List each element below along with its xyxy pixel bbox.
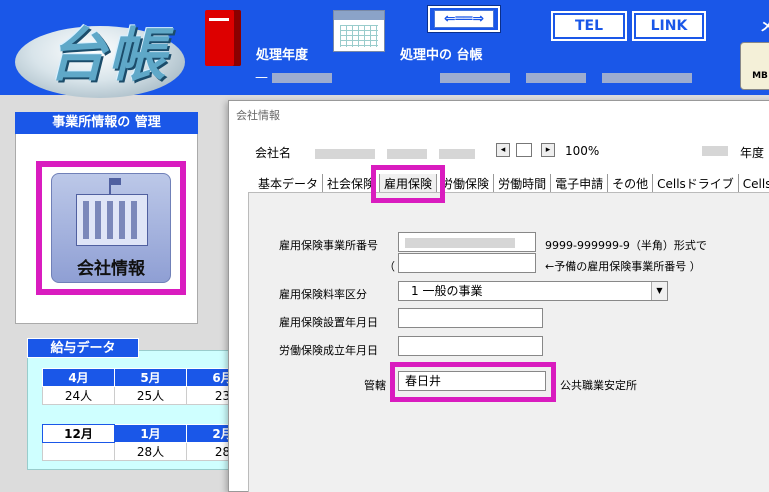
salary-count: 28人 [114,442,187,461]
salary-count: 25人 [114,386,187,405]
tel-button[interactable]: TEL [551,11,627,41]
tab-cells[interactable]: Cells [739,174,769,194]
office-info-title: 事業所情報の 管理 [15,112,198,134]
year-value: — [255,70,333,85]
salary-table-1: 4月 5月 6月 24人 25人 23 [42,368,259,405]
established-date-label: 雇用保険設置年月日 [279,316,378,329]
rate-category-value: 1 一般の事業 [411,284,483,298]
salary-month[interactable]: 5月 [114,368,187,387]
scroll-left-button[interactable]: ◂ [496,143,510,157]
fiscal-year-label: 年度 [740,146,765,160]
salary-count: 24人 [42,386,115,405]
spare-number-note: ←予備の雇用保険事業所番号 ） [545,260,701,273]
tab-cells-drive[interactable]: Cellsドライブ [653,174,739,194]
mb-label: MB [752,71,768,81]
tab-bar: 基本データ 社会保険 雇用保険 労働保険 労働時間 電子申請 その他 Cells… [254,174,769,194]
tab-e-application[interactable]: 電子申請 [551,174,609,194]
zoom-scroll-thumb[interactable] [516,143,532,157]
company-info-label: 会社情報 [77,259,145,279]
company-info-button[interactable]: 会社情報 [36,161,186,295]
salary-count [42,442,115,461]
jurisdiction-label: 管轄 [364,379,386,392]
ledger-value [440,70,693,85]
salary-month[interactable]: 12月 [42,424,115,443]
paren-open: （ [384,260,395,273]
scroll-right-button[interactable]: ▸ [541,143,555,157]
calendar-icon[interactable] [333,10,385,52]
active-tab-highlight [371,165,445,203]
double-arrow-icon: ⇐══⇒ [434,10,494,28]
tab-working-hours[interactable]: 労働時間 [494,174,552,194]
tab-other[interactable]: その他 [608,174,654,194]
salary-month[interactable]: 4月 [42,368,115,387]
year-value-blurred [702,146,728,156]
tab-basic-data[interactable]: 基本データ [254,174,324,194]
format-note: 9999-999999-9（半角）形式で [545,239,707,252]
labor-insurance-date-input[interactable] [398,336,543,356]
building-icon [76,194,148,246]
mb-icon[interactable]: MB [740,42,769,90]
tab-labor-insurance[interactable]: 労働保険 [437,174,495,194]
red-book-icon[interactable] [205,10,241,66]
app-logo: 台帳 [48,21,169,89]
ledger-label: 処理中の 台帳 [400,48,483,63]
flag-icon [109,178,121,194]
office-number-input[interactable] [398,232,536,252]
salary-title: 給与データ [27,338,139,358]
jurisdiction-highlight [390,362,556,402]
rate-category-select[interactable]: 1 一般の事業 ▼ [398,281,668,301]
company-name-label: 会社名 [255,144,475,161]
swap-arrow-button[interactable]: ⇐══⇒ [427,5,501,33]
office-number-label: 雇用保険事業所番号 [279,239,378,252]
rate-category-label: 雇用保険料率区分 [279,288,367,301]
dialog-title: 会社情報 [236,109,280,122]
spare-office-number-input[interactable] [398,253,536,273]
salary-table-2: 12月 1月 2月 28人 28 [42,424,259,461]
jurisdiction-suffix: 公共職業安定所 [560,379,637,392]
established-date-input[interactable] [398,308,543,328]
chevron-down-icon[interactable]: ▼ [651,282,667,300]
zoom-level: 100% [565,144,600,158]
year-label: 処理年度 [256,48,309,63]
salary-month[interactable]: 1月 [114,424,187,443]
labor-insurance-date-label: 労働保険成立年月日 [279,344,378,357]
cut-off-label: メ [760,19,769,35]
link-button[interactable]: LINK [632,11,706,41]
